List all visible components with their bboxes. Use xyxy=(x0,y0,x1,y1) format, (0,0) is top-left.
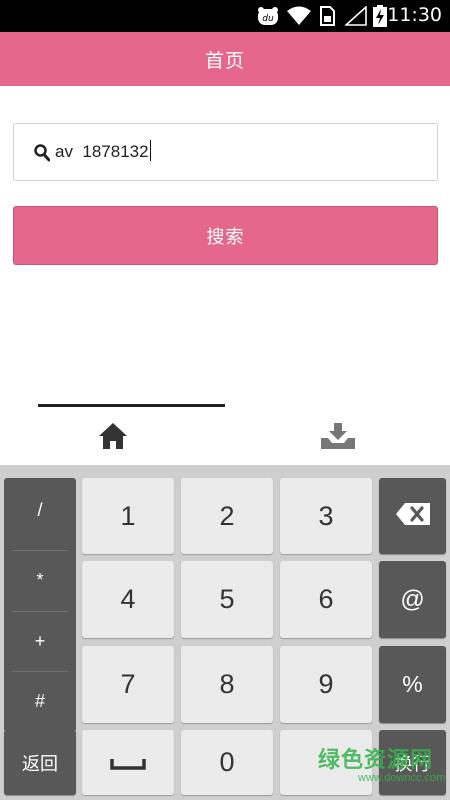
battery-charging-icon xyxy=(372,5,388,27)
key-blank[interactable] xyxy=(280,730,372,795)
key-plus[interactable]: + xyxy=(4,611,76,671)
symbol-key-column: / * + # xyxy=(4,478,76,732)
key-3[interactable]: 3 xyxy=(280,478,372,554)
key-slash[interactable]: / xyxy=(4,480,76,540)
page-title: 首页 xyxy=(204,49,245,72)
key-hash[interactable]: # xyxy=(4,671,76,731)
backspace-key[interactable] xyxy=(379,478,446,554)
key-5[interactable]: 5 xyxy=(181,561,273,638)
app-header: 首页 xyxy=(0,32,450,86)
search-input-text: av 1878132 xyxy=(55,140,151,161)
sim-card-icon xyxy=(318,5,336,27)
key-8[interactable]: 8 xyxy=(181,646,273,723)
space-key[interactable] xyxy=(82,730,174,795)
download-tray-icon xyxy=(320,422,356,454)
baidu-notification-icon: du xyxy=(256,5,280,27)
enter-key[interactable]: 换行 xyxy=(379,730,446,795)
key-7[interactable]: 7 xyxy=(82,646,174,723)
signal-icon xyxy=(344,5,368,27)
key-4[interactable]: 4 xyxy=(82,561,174,638)
numeric-keyboard: / * + # 1 2 3 4 5 6 @ 7 8 9 % 返回 0 换行 xyxy=(0,465,450,800)
search-input[interactable]: av 1878132 xyxy=(13,123,438,181)
svg-text:du: du xyxy=(262,14,274,24)
tab-download[interactable] xyxy=(225,410,450,465)
backspace-icon xyxy=(395,502,431,530)
search-button[interactable]: 搜索 xyxy=(13,206,438,265)
status-bar: du 11:30 xyxy=(0,0,450,32)
tab-selected-indicator xyxy=(38,404,225,407)
space-icon xyxy=(110,747,146,778)
tab-home[interactable] xyxy=(0,410,225,465)
key-9[interactable]: 9 xyxy=(280,646,372,723)
key-at[interactable]: @ xyxy=(379,561,446,638)
back-key[interactable]: 返回 xyxy=(4,730,76,795)
search-icon xyxy=(34,144,51,162)
key-2[interactable]: 2 xyxy=(181,478,273,554)
text-caret xyxy=(149,140,151,161)
status-time: 11:30 xyxy=(387,4,442,26)
home-icon xyxy=(98,422,128,454)
key-asterisk[interactable]: * xyxy=(4,550,76,610)
key-1[interactable]: 1 xyxy=(82,478,174,554)
key-6[interactable]: 6 xyxy=(280,561,372,638)
key-percent[interactable]: % xyxy=(379,646,446,723)
wifi-icon xyxy=(285,5,313,27)
key-0[interactable]: 0 xyxy=(181,730,273,795)
